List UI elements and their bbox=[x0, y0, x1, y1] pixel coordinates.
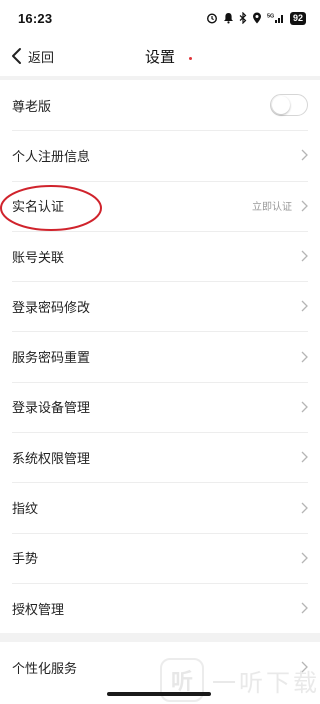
network-type-label: 5G bbox=[267, 14, 274, 20]
status-icons: 5G 92 bbox=[206, 11, 306, 25]
red-dot-marker bbox=[189, 57, 192, 60]
settings-row-label: 个人注册信息 bbox=[12, 148, 91, 164]
chevron-right-icon bbox=[301, 552, 308, 564]
settings-list: 尊老版 个人注册信息 实名认证 立即认证 账号关联 登录密码修改 服务密码重置 … bbox=[0, 80, 320, 633]
settings-row-elder-mode[interactable]: 尊老版 bbox=[0, 80, 320, 130]
settings-row-label: 实名认证 bbox=[12, 199, 65, 215]
verify-now-hint: 立即认证 bbox=[252, 202, 292, 214]
home-indicator[interactable] bbox=[107, 692, 211, 696]
settings-row-label: 服务密码重置 bbox=[12, 350, 91, 366]
settings-row-label: 指纹 bbox=[12, 501, 39, 517]
settings-row-label: 个性化服务 bbox=[12, 660, 78, 676]
settings-row-account-link[interactable]: 账号关联 bbox=[0, 230, 320, 281]
settings-row-label: 系统权限管理 bbox=[12, 450, 91, 466]
chevron-right-icon bbox=[301, 602, 308, 614]
location-pin-icon bbox=[252, 12, 261, 24]
alarm-icon bbox=[206, 13, 217, 24]
settings-row-label: 手势 bbox=[12, 551, 39, 567]
settings-row-real-name-auth[interactable]: 实名认证 立即认证 bbox=[0, 180, 320, 231]
settings-row-fingerprint[interactable]: 指纹 bbox=[0, 482, 320, 532]
row-right: 立即认证 bbox=[252, 198, 308, 213]
settings-row-registration-info[interactable]: 个人注册信息 bbox=[0, 130, 320, 180]
battery-indicator: 92 bbox=[289, 11, 306, 25]
settings-row-login-password[interactable]: 登录密码修改 bbox=[0, 281, 320, 331]
status-bar: 16:23 5G 92 bbox=[0, 0, 320, 36]
notification-bell-icon bbox=[223, 13, 233, 24]
settings-row-gesture[interactable]: 手势 bbox=[0, 532, 320, 583]
settings-row-permission-management[interactable]: 系统权限管理 bbox=[0, 432, 320, 482]
chevron-right-icon bbox=[301, 149, 308, 161]
chevron-right-icon bbox=[301, 300, 308, 312]
settings-row-label: 登录设备管理 bbox=[12, 400, 91, 416]
settings-row-label: 尊老版 bbox=[12, 98, 52, 114]
toggle-knob bbox=[272, 96, 290, 115]
bluetooth-icon bbox=[239, 12, 247, 24]
status-time: 16:23 bbox=[18, 10, 53, 26]
settings-row-personalized-service[interactable]: 个性化服务 bbox=[0, 642, 320, 692]
chevron-right-icon bbox=[301, 661, 308, 673]
chevron-right-icon bbox=[301, 200, 308, 212]
settings-row-label: 登录密码修改 bbox=[12, 299, 91, 315]
settings-row-label: 授权管理 bbox=[12, 601, 65, 617]
chevron-right-icon bbox=[301, 351, 308, 363]
settings-row-authorization[interactable]: 授权管理 bbox=[0, 582, 320, 633]
chevron-right-icon bbox=[301, 502, 308, 513]
settings-row-service-password[interactable]: 服务密码重置 bbox=[0, 331, 320, 381]
elder-mode-toggle[interactable] bbox=[270, 94, 308, 117]
chevron-right-icon bbox=[301, 451, 308, 463]
page-title: 设置 bbox=[144, 49, 175, 66]
signal-5g-icon: 5G bbox=[267, 14, 283, 23]
settings-row-label: 账号关联 bbox=[12, 249, 65, 265]
settings-row-device-management[interactable]: 登录设备管理 bbox=[0, 381, 320, 432]
chevron-right-icon bbox=[301, 401, 308, 413]
chevron-right-icon bbox=[301, 250, 308, 262]
nav-header: 返回 设置 bbox=[0, 36, 320, 76]
